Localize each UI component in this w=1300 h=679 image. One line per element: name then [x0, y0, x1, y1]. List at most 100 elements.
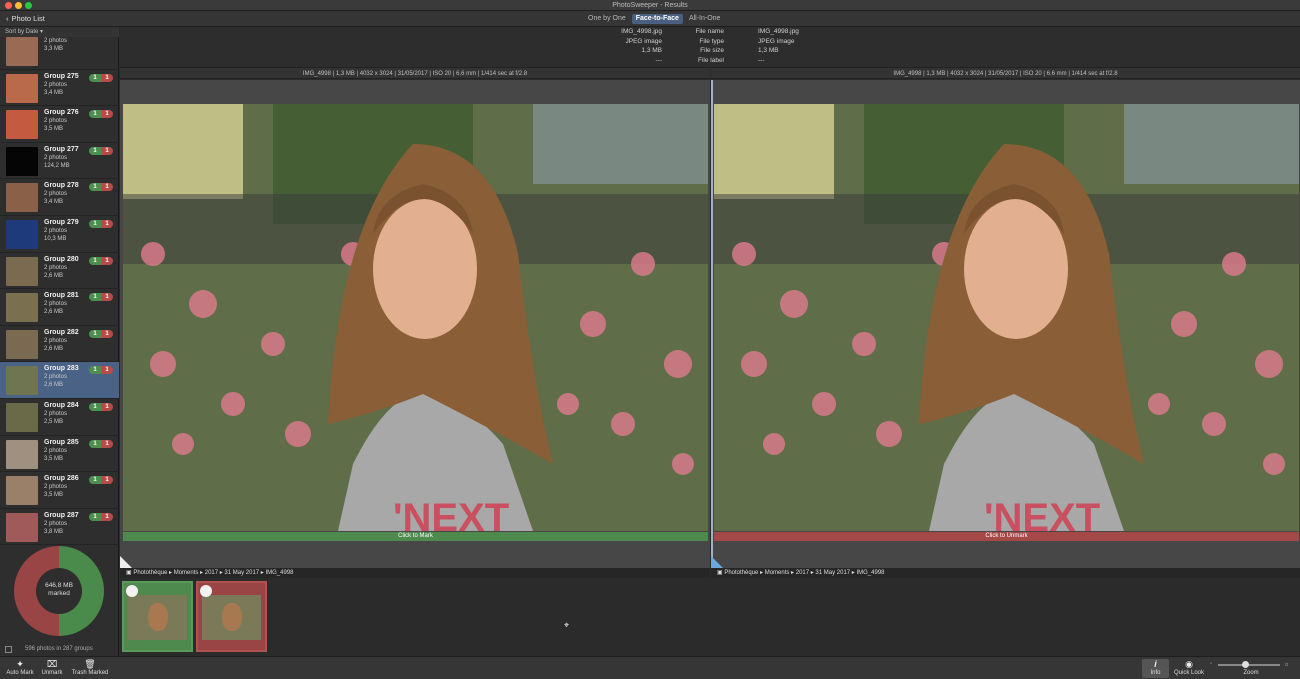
filmstrip-thumb-1[interactable] — [122, 581, 193, 652]
info-button[interactable]: i Info — [1142, 659, 1169, 678]
group-row[interactable]: Group 284 2 photos 2,5 MB 1 1 — [0, 399, 119, 436]
quick-look-button[interactable]: ◉ Quick Look — [1173, 659, 1205, 676]
keep-count-badge: 1 — [89, 512, 101, 521]
trash-icon: 🗑 — [84, 659, 96, 669]
svg-text:'NEXT: 'NEXT — [984, 496, 1100, 531]
group-row[interactable]: Group 280 2 photos 2,6 MB 1 1 — [0, 253, 119, 290]
mark-bar-left[interactable]: Click to Mark — [123, 532, 708, 541]
zoom-slider[interactable] — [1218, 664, 1280, 666]
keep-count-badge: 1 — [89, 329, 101, 338]
group-badges: 11 — [89, 219, 113, 228]
keep-count-badge: 1 — [89, 366, 101, 375]
keep-count-badge: 1 — [89, 183, 101, 192]
group-name: Group 287 — [44, 511, 79, 519]
group-photo-count: 2 photos — [44, 337, 68, 344]
mode-face-to-face[interactable]: Face-to-Face — [631, 14, 683, 24]
key-file-name: File name — [695, 28, 724, 35]
right-file-name: IMG_4998.jpg — [758, 28, 799, 35]
group-row[interactable]: Group 278 2 photos 3,4 MB 1 1 — [0, 179, 119, 216]
group-size: 2,5 MB — [44, 418, 64, 425]
left-photo-pane[interactable]: 'NEXT Click to Mark — [120, 80, 710, 568]
right-photo-image: 'NEXT — [714, 104, 1299, 531]
mark-label-right: Click to Unmark — [985, 533, 1028, 539]
left-file-info: IMG_4998.jpg JPEG image 1,3 MB --- — [619, 27, 662, 65]
group-thumbnail — [6, 183, 38, 213]
marked-size-donut: 646,8 MB marked — [14, 546, 104, 636]
group-photo-count: 2 photos — [44, 264, 68, 271]
keep-count-badge: 1 — [89, 476, 101, 485]
group-size: 2,6 MB — [44, 272, 64, 279]
group-name: Group 284 — [44, 401, 79, 409]
group-row[interactable]: Group 275 2 photos 3,4 MB 1 1 — [0, 70, 119, 107]
group-row[interactable]: Group 286 2 photos 3,5 MB 1 1 — [0, 472, 119, 509]
unmark-button[interactable]: ⌧ Unmark — [39, 659, 65, 676]
group-name: Group 282 — [44, 328, 79, 336]
group-badges: 11 — [89, 73, 113, 82]
group-size: 3,5 MB — [44, 455, 64, 462]
back-button[interactable]: ‹ Photo List — [6, 14, 45, 24]
info-label: Info — [1150, 670, 1161, 676]
filmstrip-photo-2 — [202, 595, 261, 640]
group-row[interactable]: Group 282 2 photos 2,6 MB 1 1 — [0, 326, 119, 363]
group-size: 3,5 MB — [44, 126, 64, 133]
group-photo-count: 2 photos — [44, 301, 68, 308]
right-photo-pane[interactable]: 'NEXT Click to Unmark — [711, 80, 1300, 568]
marked-count-badge: 1 — [101, 366, 113, 375]
group-row[interactable]: Group 285 2 photos 3,5 MB 1 1 — [0, 436, 119, 473]
keep-count-badge: 1 — [89, 402, 101, 411]
unmark-icon: ⌧ — [46, 659, 58, 669]
group-row[interactable]: Group 277 2 photos 124,2 MB 1 1 — [0, 143, 119, 180]
group-photo-count: 2 photos — [44, 484, 68, 491]
group-photo-count: 2 photos — [44, 374, 68, 381]
group-size: 2,6 MB — [44, 382, 64, 389]
group-thumbnail — [6, 329, 38, 359]
group-badges: 11 — [89, 146, 113, 155]
group-thumbnail — [6, 110, 38, 140]
group-badges: 11 — [89, 110, 113, 119]
mark-bar-right[interactable]: Click to Unmark — [714, 532, 1299, 541]
group-row[interactable]: Group 276 2 photos 3,5 MB 1 1 — [0, 106, 119, 143]
left-path: Photothèque ▸ Moments ▸ 2017 ▸ 31 May 20… — [133, 570, 294, 576]
group-row[interactable]: Group 281 2 photos 2,6 MB 1 1 — [0, 289, 119, 326]
corner-marker-left — [120, 556, 132, 568]
group-row[interactable]: 2 photos 3,3 MB — [0, 33, 119, 70]
mode-one-by-one[interactable]: One by One — [584, 14, 630, 24]
collapse-icon[interactable] — [5, 646, 12, 653]
mode-all-in-one[interactable]: All-In-One — [685, 14, 725, 24]
left-meta-bar: IMG_4998 | 1,3 MB | 4032 x 3024 | 31/05/… — [120, 67, 710, 79]
group-size: 3,8 MB — [44, 528, 64, 535]
group-photo-count: 2 photos — [44, 410, 68, 417]
zoom-label: Zoom — [1243, 670, 1259, 676]
zoom-slider-knob[interactable] — [1242, 661, 1249, 668]
marked-count-badge: 1 — [101, 256, 113, 265]
group-row[interactable]: Group 279 2 photos 10,3 MB 1 1 — [0, 216, 119, 253]
info-icon: i — [1154, 659, 1157, 669]
group-list[interactable]: 2 photos 3,3 MB Group 275 2 photos 3,4 MB 1 1 G… — [0, 33, 119, 568]
group-thumbnail — [6, 512, 38, 542]
minimize-window-icon[interactable] — [15, 2, 22, 9]
group-row[interactable]: Group 287 2 photos 3,8 MB 1 1 — [0, 509, 119, 546]
filmstrip-thumb-2[interactable] — [196, 581, 267, 652]
marked-count-badge: 1 — [101, 183, 113, 192]
trash-marked-button[interactable]: 🗑 Trash Marked — [70, 659, 110, 676]
close-window-icon[interactable] — [5, 2, 12, 9]
chevron-left-icon: ‹ — [6, 14, 9, 23]
view-mode-switcher: One by One Face-to-Face All-In-One — [584, 14, 724, 24]
group-name: Group 275 — [44, 72, 79, 80]
bottom-toolbar: ✦ Auto Mark ⌧ Unmark 🗑 Trash Marked i Info ◉… — [0, 656, 1300, 679]
group-size: 10,3 MB — [44, 235, 67, 242]
left-file-name: IMG_4998.jpg — [621, 28, 662, 35]
group-badges: 11 — [89, 183, 113, 192]
group-size: 124,2 MB — [44, 162, 70, 169]
info-header: IMG_4998.jpg JPEG image 1,3 MB --- File … — [120, 27, 1300, 67]
right-path-bar: ▣ Photothèque ▸ Moments ▸ 2017 ▸ 31 May … — [711, 568, 1300, 578]
group-photo-count: 2 photos — [44, 118, 68, 125]
zoom-window-icon[interactable] — [25, 2, 32, 9]
group-row[interactable]: Group 283 2 photos 2,6 MB 1 1 — [0, 362, 119, 399]
left-photo[interactable]: 'NEXT — [123, 104, 708, 531]
filmstrip-photo-1 — [128, 595, 187, 640]
auto-mark-button[interactable]: ✦ Auto Mark — [5, 659, 35, 676]
right-photo[interactable]: 'NEXT — [714, 104, 1299, 531]
toolbar: ‹ Photo List One by One Face-to-Face All… — [0, 11, 1300, 27]
sort-dropdown[interactable]: Sort by Date ▾ — [0, 27, 119, 37]
